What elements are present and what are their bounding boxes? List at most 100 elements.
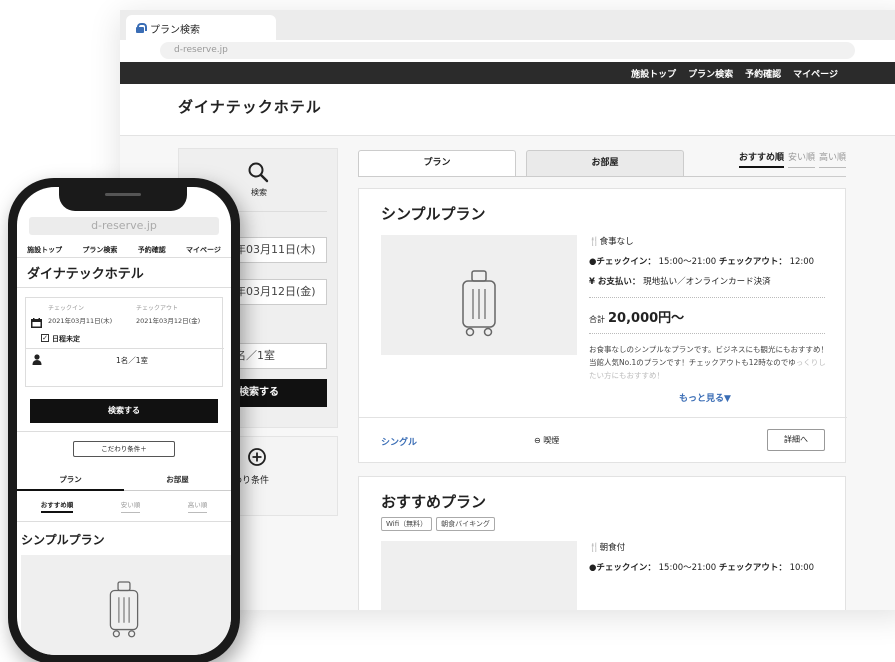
mobile-checkin-label: チェックイン <box>48 305 85 312</box>
plan-card: おすすめプラン Wifi（無料） 朝食バイキング 🍴朝食付 ●チェックイン： 1… <box>358 476 846 610</box>
mobile-sort-recommended[interactable]: おすすめ順 <box>40 499 74 513</box>
checkout-time: 12:00 <box>789 257 815 267</box>
checkin-info: ●チェックイン： 15:00〜21:00 チェックアウト： 12:00 <box>589 255 814 269</box>
plan-image <box>381 235 577 355</box>
result-tabs: プラン お部屋 おすすめ順 安い順 高い順 <box>358 146 846 177</box>
calendar-icon <box>31 318 42 328</box>
tab-room[interactable]: お部屋 <box>526 150 684 176</box>
mobile-nav: 施設トップ プラン検索 予約確認 マイページ <box>17 242 231 258</box>
checkin-time: 15:00〜21:00 <box>658 563 717 573</box>
browser-tab[interactable]: プラン検索 <box>126 15 276 41</box>
checkin-label: チェックイン： <box>596 257 656 267</box>
meal-info: 🍴朝食付 <box>589 541 625 555</box>
browser-address-row: d-reserve.jp <box>120 40 895 62</box>
mobile-checkout-value[interactable]: 2021年03月12日(金) <box>136 315 200 325</box>
payment-info: ¥ お支払い： 現地払い／オンラインカード決済 <box>589 275 771 289</box>
checkin-time: 15:00〜21:00 <box>658 257 717 267</box>
address-bar[interactable]: d-reserve.jp <box>160 42 855 59</box>
description-text: お食事なしのシンプルなプランです。ビジネスにも観光にもおすすめ！当館人気No.1… <box>589 345 829 367</box>
nav-item-mypage[interactable]: マイページ <box>793 67 838 80</box>
meal-info: 🍴食事なし <box>589 235 634 249</box>
divider <box>589 333 825 334</box>
mobile-filter-button[interactable]: こだわり条件＋ <box>73 441 175 457</box>
search-icon <box>248 162 269 183</box>
card-divider <box>359 417 847 418</box>
browser-tab-strip: プラン検索 <box>120 10 895 41</box>
tab-plan[interactable]: プラン <box>358 150 516 176</box>
person-icon <box>32 354 42 365</box>
nav-item-reservation-check[interactable]: 予約確認 <box>745 67 781 80</box>
mobile-nav-plan-search[interactable]: プラン検索 <box>82 245 117 255</box>
meal-text: 朝食付 <box>599 543 626 553</box>
promo-stage: プラン検索 d-reserve.jp 施設トップ プラン検索 予約確認 マイペー… <box>0 0 895 662</box>
divider <box>589 297 825 298</box>
browser-tab-title: プラン検索 <box>150 24 200 36</box>
meal-icon: 🍴 <box>589 543 600 553</box>
checkout-time: 10:00 <box>789 563 815 573</box>
mobile-checkout-label: チェックアウト <box>136 305 179 312</box>
divider <box>17 431 231 432</box>
suitcase-icon <box>109 581 139 638</box>
site-top-nav: 施設トップ プラン検索 予約確認 マイページ <box>120 62 895 84</box>
price-value: 20,000円〜 <box>608 311 685 326</box>
mobile-nav-mypage[interactable]: マイページ <box>186 245 221 255</box>
mobile-sort-options: おすすめ順 安い順 高い順 <box>17 499 231 513</box>
plan-title: おすすめプラン <box>381 493 487 511</box>
sort-expensive[interactable]: 高い順 <box>818 150 846 168</box>
smoking-info: ⊖ 喫煙 <box>534 435 559 446</box>
mobile-sort-cheap[interactable]: 安い順 <box>120 499 141 513</box>
sort-recommended[interactable]: おすすめ順 <box>738 150 784 168</box>
mobile-address-bar[interactable]: d-reserve.jp <box>29 217 219 235</box>
mobile-sort-expensive[interactable]: 高い順 <box>187 499 208 513</box>
payment-value: 現地払い／オンラインカード決済 <box>643 277 771 287</box>
checkin-label: チェックイン： <box>596 563 656 573</box>
divider <box>17 287 231 288</box>
detail-button[interactable]: 詳細へ <box>767 429 825 451</box>
hotel-header: ダイナテックホテル <box>120 84 895 136</box>
smoking-icon: ⊖ <box>534 436 544 445</box>
divider <box>17 521 231 522</box>
mobile-tab-room[interactable]: お部屋 <box>124 469 231 491</box>
yen-icon: ¥ <box>589 277 598 287</box>
speaker <box>105 193 141 196</box>
hotel-name: ダイナテックホテル <box>178 98 322 116</box>
tag-wifi: Wifi（無料） <box>381 517 433 531</box>
nav-item-plan-search[interactable]: プラン検索 <box>688 67 733 80</box>
mobile-guests-value[interactable]: 1名／1室 <box>116 355 148 366</box>
plan-title: シンプルプラン <box>381 205 486 223</box>
nav-item-facility-top[interactable]: 施設トップ <box>631 67 676 80</box>
mobile-screen: d-reserve.jp 施設トップ プラン検索 予約確認 マイページ ダイナテ… <box>17 187 231 655</box>
total-label: 合計 <box>589 315 605 324</box>
mobile-hotel-name: ダイナテックホテル <box>27 267 144 282</box>
mobile-tab-plan[interactable]: プラン <box>17 469 124 491</box>
mobile-search-box: チェックイン 2021年03月11日(木) チェックアウト 2021年03月12… <box>25 297 224 387</box>
plan-card: シンプルプラン 🍴食事なし ●チェックイン： 15:00〜21:00 チェックア… <box>358 188 847 463</box>
plus-circle-icon <box>248 448 266 466</box>
room-type-link[interactable]: シングル <box>381 435 417 448</box>
mobile-plan-image <box>21 555 231 655</box>
suitcase-icon <box>462 270 496 337</box>
phone-notch <box>59 187 187 211</box>
mobile-search-button[interactable]: 検索する <box>30 399 218 423</box>
mobile-checkin-value[interactable]: 2021年03月11日(木) <box>48 315 112 325</box>
show-more-link[interactable]: もっと見る▼ <box>679 391 731 404</box>
tag-row: Wifi（無料） 朝食バイキング <box>381 517 495 531</box>
lock-icon <box>136 23 147 33</box>
mobile-phone-frame: d-reserve.jp 施設トップ プラン検索 予約確認 マイページ ダイナテ… <box>8 178 240 662</box>
plan-description: お食事なしのシンプルなプランです。ビジネスにも観光にもおすすめ！当館人気No.1… <box>589 343 829 382</box>
undecided-checkbox[interactable]: ✓ <box>41 334 49 342</box>
undecided-label: 日程未定 <box>52 335 80 343</box>
checkout-label: チェックアウト： <box>718 563 787 573</box>
meal-icon: 🍴 <box>589 237 600 247</box>
price-row: 合計 20,000円〜 <box>589 307 684 326</box>
mobile-result-tabs: プラン お部屋 <box>17 469 231 491</box>
mobile-nav-facility-top[interactable]: 施設トップ <box>27 245 62 255</box>
mobile-nav-reservation-check[interactable]: 予約確認 <box>138 245 166 255</box>
checkin-info: ●チェックイン： 15:00〜21:00 チェックアウト： 10:00 <box>589 561 814 575</box>
smoking-label: 喫煙 <box>543 436 560 445</box>
divider <box>26 348 224 349</box>
meal-text: 食事なし <box>599 237 634 247</box>
plan-image <box>381 541 577 610</box>
sort-cheap[interactable]: 安い順 <box>787 150 815 168</box>
checkout-label: チェックアウト： <box>718 257 787 267</box>
